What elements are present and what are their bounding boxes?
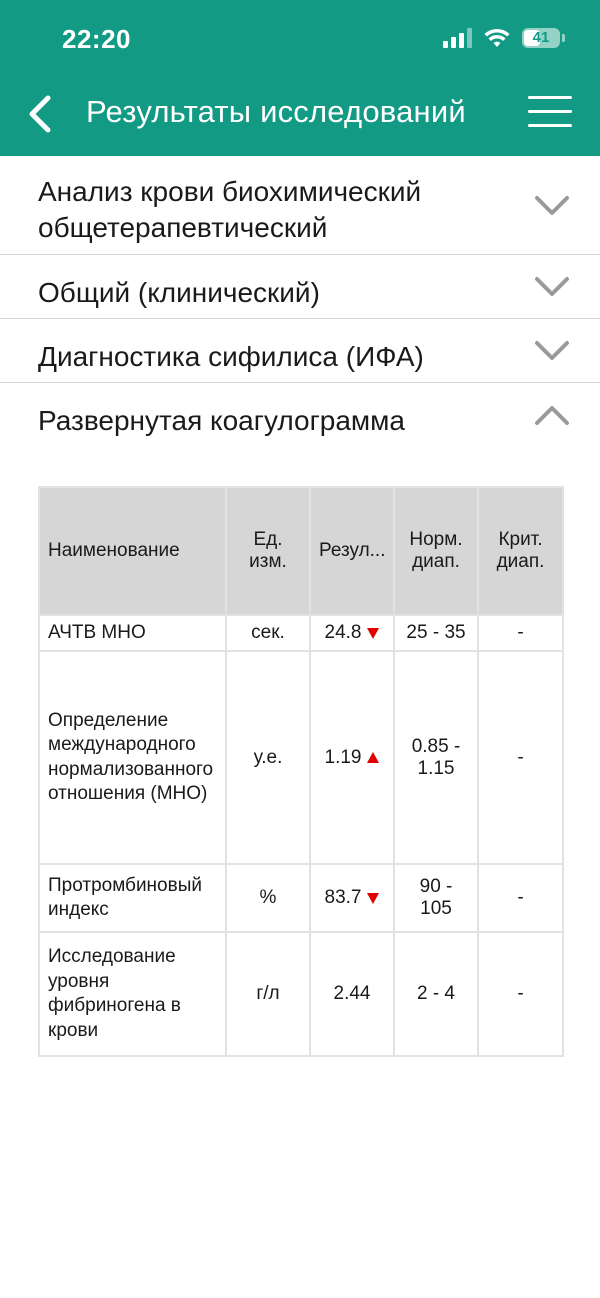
section-coagulogram[interactable]: Развернутая коагулограмма (0, 383, 600, 449)
section-title: Развернутая коагулограмма (38, 405, 405, 436)
table-row: Определение международного нормализованн… (38, 650, 564, 865)
test-name: Определение международного нормализованн… (38, 650, 227, 865)
chevron-down-icon (535, 341, 569, 360)
signal-icon (443, 28, 472, 48)
wifi-icon (484, 28, 510, 47)
app-header: 22:20 41 Результаты исследований (0, 0, 600, 156)
test-name: АЧТВ МНО (38, 614, 227, 652)
battery-level: 41 (532, 29, 550, 46)
status-icons: 41 (443, 28, 565, 48)
test-crit-range: - (477, 614, 564, 652)
back-button[interactable] (24, 92, 64, 136)
test-result: 24.8 (324, 622, 362, 643)
chevron-left-icon (29, 95, 51, 133)
menu-button[interactable] (528, 96, 572, 132)
page-title: Результаты исследований (86, 94, 466, 129)
header-norm-range: Норм. диап. (393, 486, 479, 616)
test-result-cell: 2.44 (309, 931, 395, 1057)
chevron-down-icon (535, 277, 569, 296)
arrow-up-icon (367, 752, 380, 763)
table-row: Исследование уровня фибриногена в крови … (38, 931, 564, 1057)
header-unit: Ед. изм. (225, 486, 311, 616)
test-crit-range: - (477, 650, 564, 865)
arrow-down-icon (367, 892, 380, 904)
chevron-down-icon (535, 196, 569, 215)
test-norm-range: 2 - 4 (393, 931, 479, 1057)
header-name: Наименование (38, 486, 227, 616)
test-result: 2.44 (333, 983, 371, 1004)
test-unit: сек. (225, 614, 311, 652)
test-unit: % (225, 863, 311, 933)
table-row: Протромбиновый индекс % 83.7 90 - 105 - (38, 863, 564, 933)
table-row: АЧТВ МНО сек. 24.8 25 - 35 - (38, 614, 564, 652)
header-crit-range: Крит. диап. (477, 486, 564, 616)
test-norm-range: 90 - 105 (393, 863, 479, 933)
test-result: 83.7 (324, 887, 362, 908)
test-unit: г/л (225, 931, 311, 1057)
test-name: Протромбиновый индекс (38, 863, 227, 933)
section-biochemistry[interactable]: Анализ крови биохимический общетерапевти… (0, 156, 600, 255)
section-clinical[interactable]: Общий (клинический) (0, 255, 600, 319)
test-result: 1.19 (324, 746, 362, 768)
test-norm-range: 0.85 - 1.15 (393, 650, 479, 865)
test-result-cell: 24.8 (309, 614, 395, 652)
results-table: Наименование Ед. изм. Резул... Норм. диа… (38, 486, 564, 1057)
hamburger-menu-icon (528, 96, 572, 99)
battery-icon: 41 (522, 28, 565, 48)
section-title: Анализ крови биохимический общетерапевти… (38, 176, 422, 243)
section-title: Общий (клинический) (38, 277, 320, 308)
test-result-cell: 83.7 (309, 863, 395, 933)
test-crit-range: - (477, 931, 564, 1057)
arrow-down-icon (367, 627, 380, 639)
test-unit: у.е. (225, 650, 311, 865)
test-crit-range: - (477, 863, 564, 933)
test-name: Исследование уровня фибриногена в крови (38, 931, 227, 1057)
section-title: Диагностика сифилиса (ИФА) (38, 341, 424, 372)
section-syphilis[interactable]: Диагностика сифилиса (ИФА) (0, 319, 600, 383)
header-result: Резул... (309, 486, 395, 616)
status-time: 22:20 (62, 24, 131, 54)
chevron-up-icon (535, 406, 569, 425)
table-header-row: Наименование Ед. изм. Резул... Норм. диа… (38, 486, 564, 616)
test-result-cell: 1.19 (309, 650, 395, 865)
test-norm-range: 25 - 35 (393, 614, 479, 652)
